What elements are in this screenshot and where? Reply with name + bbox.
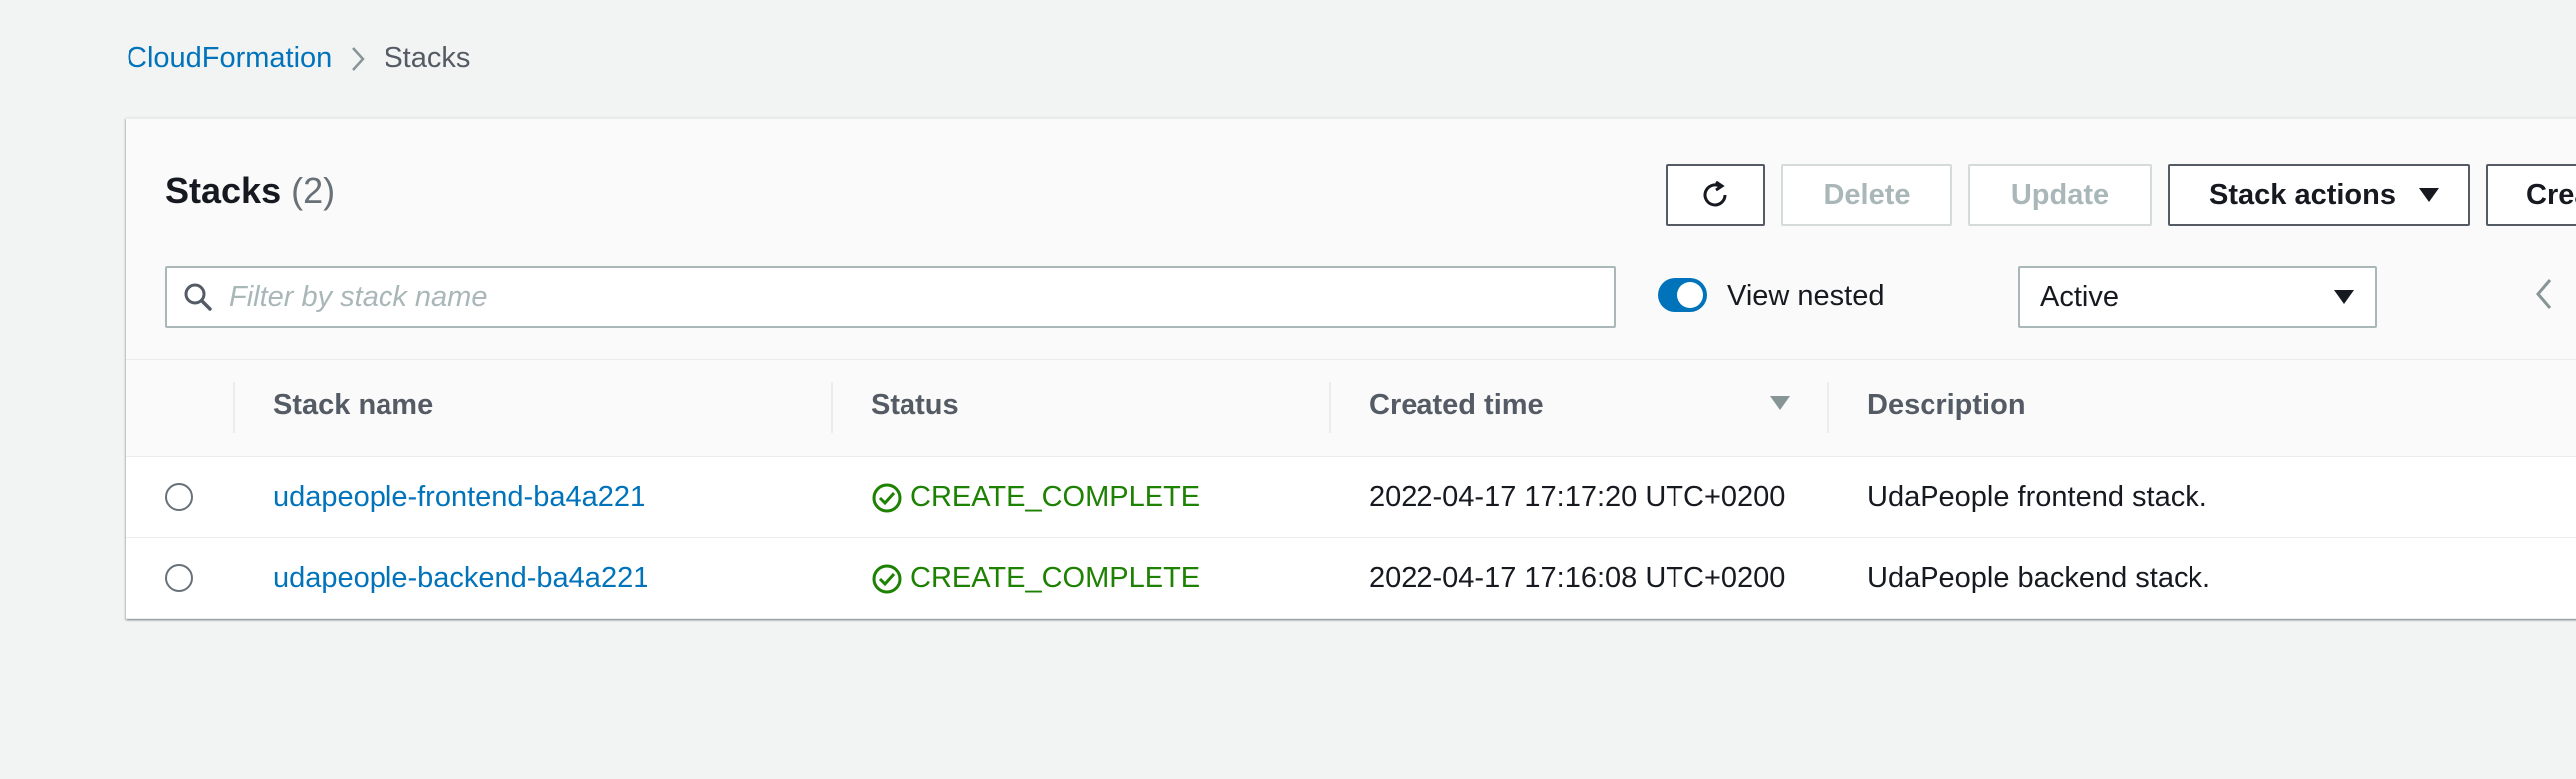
previous-page-icon[interactable] (2534, 276, 2554, 312)
column-created-time[interactable]: Created time (1369, 390, 1544, 422)
panel-header: Stacks (2) Delete Update Stack actions C… (126, 119, 2576, 360)
column-description[interactable]: Description (1867, 390, 2026, 422)
title-text: Stacks (165, 170, 282, 211)
toggle-knob (1677, 282, 1703, 308)
status-filter-select[interactable]: Active (2018, 266, 2377, 328)
view-nested-label: View nested (1727, 280, 1885, 312)
description-cell: UdaPeople frontend stack. (1867, 481, 2207, 513)
filter-input[interactable] (227, 279, 1576, 315)
breadcrumb: CloudFormation Stacks (127, 42, 470, 75)
created-time-cell: 2022-04-17 17:16:08 UTC+0200 (1369, 562, 1786, 594)
view-nested-toggle[interactable] (1658, 278, 1707, 312)
row-select-radio[interactable] (165, 564, 193, 592)
stack-name-link[interactable]: udapeople-frontend-ba4a221 (273, 481, 645, 514)
breadcrumb-current: Stacks (384, 42, 471, 74)
created-time-cell: 2022-04-17 17:17:20 UTC+0200 (1369, 481, 1786, 513)
caret-down-icon (2333, 289, 2355, 305)
search-icon (183, 282, 213, 312)
table-row[interactable]: udapeople-backend-ba4a221 CREATE_COMPLET… (126, 538, 2576, 619)
stack-name-link[interactable]: udapeople-backend-ba4a221 (273, 562, 648, 595)
stacks-panel: Stacks (2) Delete Update Stack actions C… (126, 118, 2576, 619)
check-circle-icon (871, 563, 902, 595)
status-text: CREATE_COMPLETE (910, 562, 1201, 594)
row-select-radio[interactable] (165, 483, 193, 511)
column-status[interactable]: Status (871, 390, 959, 422)
stack-actions-button[interactable]: Stack actions (2168, 164, 2470, 226)
chevron-right-icon (350, 45, 366, 73)
page-title: Stacks (2) (165, 170, 335, 212)
column-stack-name[interactable]: Stack name (273, 390, 433, 422)
status-cell: CREATE_COMPLETE (871, 481, 1200, 514)
status-cell: CREATE_COMPLETE (871, 562, 1200, 595)
create-stack-button[interactable]: Crea (2486, 164, 2576, 226)
caret-down-icon (2418, 187, 2440, 203)
column-divider (831, 382, 833, 433)
column-divider (1329, 382, 1331, 433)
column-divider (233, 382, 235, 433)
refresh-icon (1697, 177, 1733, 213)
description-cell: UdaPeople backend stack. (1867, 562, 2210, 594)
delete-button[interactable]: Delete (1781, 164, 1952, 226)
stack-actions-label: Stack actions (2209, 178, 2396, 211)
check-circle-icon (871, 482, 902, 514)
status-filter-value: Active (2040, 280, 2119, 313)
stack-count: (2) (291, 170, 336, 211)
column-divider (1827, 382, 1829, 433)
breadcrumb-cloudformation-link[interactable]: CloudFormation (127, 42, 332, 75)
table-row[interactable]: udapeople-frontend-ba4a221 CREATE_COMPLE… (126, 457, 2576, 538)
refresh-button[interactable] (1666, 164, 1765, 226)
table-header: Stack name Status Created time Descripti… (126, 360, 2576, 457)
filter-search-box[interactable] (165, 266, 1616, 328)
status-text: CREATE_COMPLETE (910, 481, 1201, 513)
sort-descending-icon[interactable] (1769, 395, 1791, 411)
update-button[interactable]: Update (1968, 164, 2152, 226)
